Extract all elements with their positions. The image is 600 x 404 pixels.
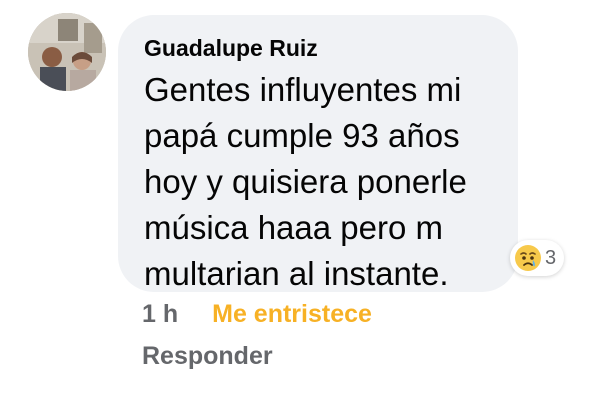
sad-emoji-icon xyxy=(515,245,541,271)
reaction-button[interactable]: Me entristece xyxy=(212,300,372,329)
avatar-photo xyxy=(28,13,106,91)
reply-button[interactable]: Responder xyxy=(142,342,273,371)
comment-bubble: Guadalupe Ruiz Gentes influyentes mi pap… xyxy=(118,15,518,292)
comment-author[interactable]: Guadalupe Ruiz xyxy=(144,35,494,61)
reaction-count: 3 xyxy=(545,246,557,269)
avatar[interactable] xyxy=(28,13,106,91)
reaction-summary[interactable]: 3 xyxy=(510,240,565,276)
comment-text: Gentes influyentes mi papá cumple 93 año… xyxy=(144,71,467,292)
comment-meta: 1 h Me entristece xyxy=(142,300,372,329)
comment-timestamp[interactable]: 1 h xyxy=(142,300,178,329)
comment-container: Guadalupe Ruiz Gentes influyentes mi pap… xyxy=(0,0,600,404)
